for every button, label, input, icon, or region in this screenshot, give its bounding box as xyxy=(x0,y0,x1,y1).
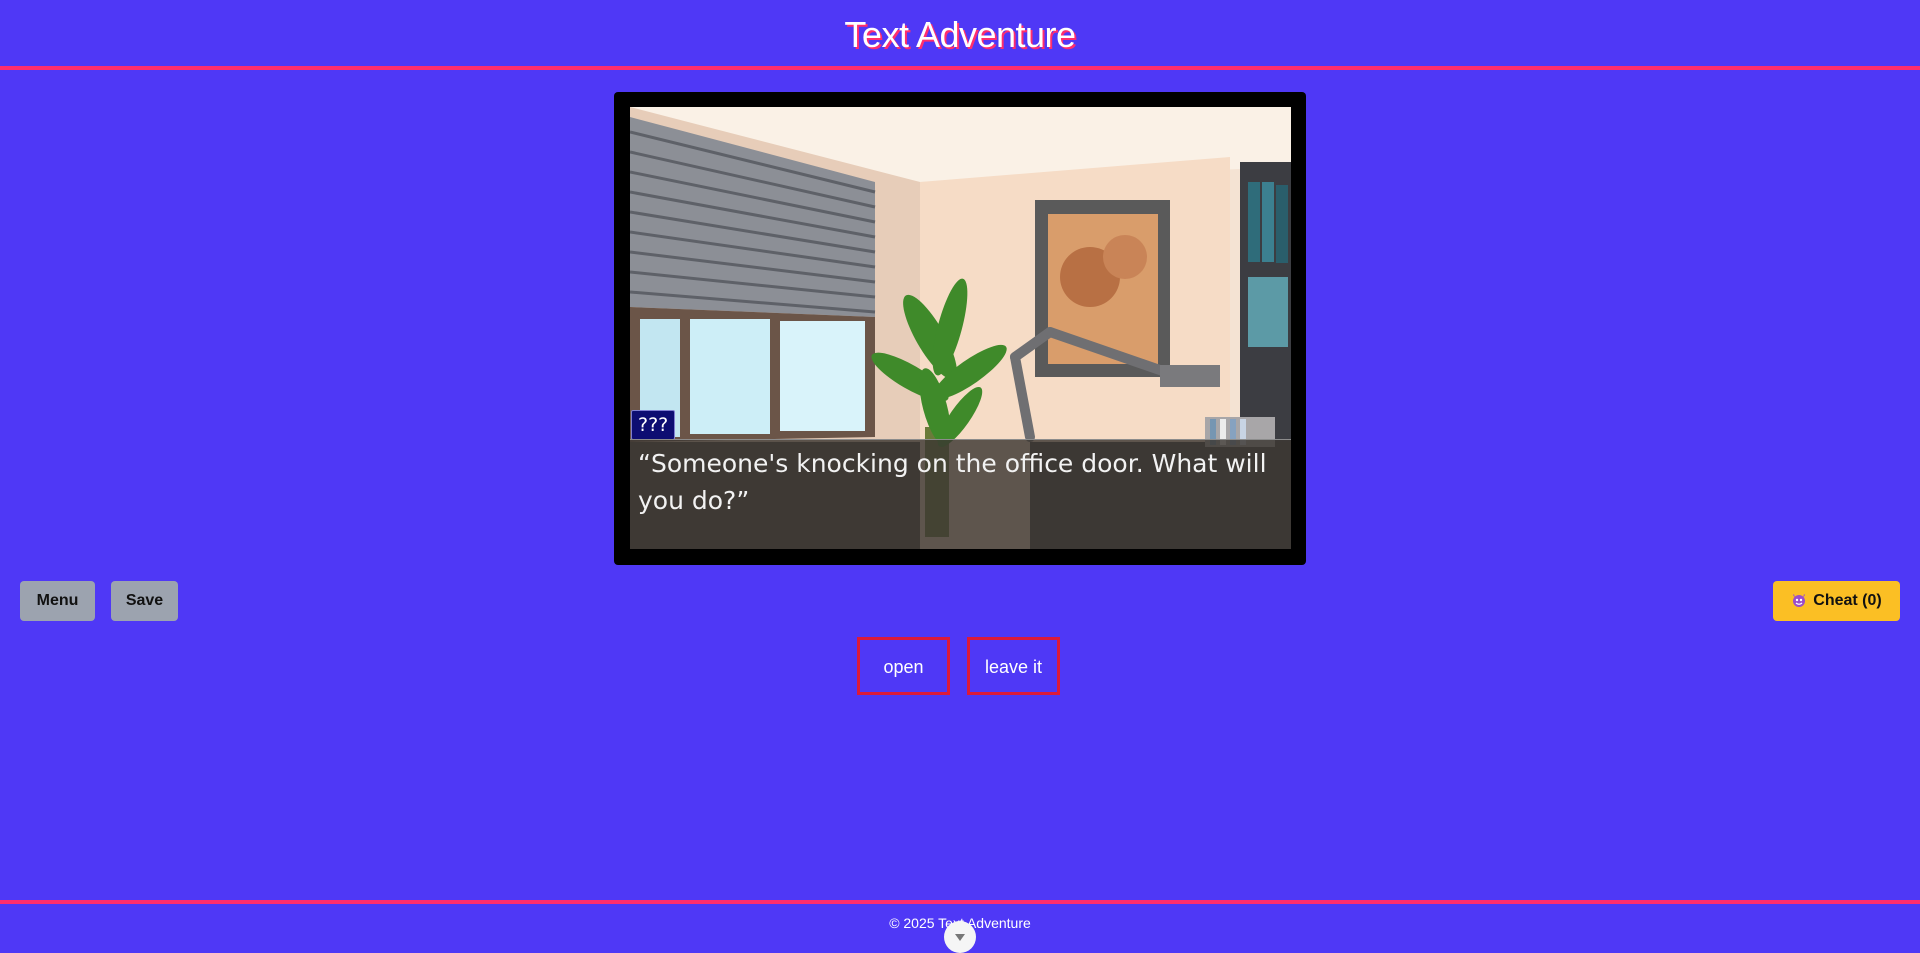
chevron-down-icon xyxy=(955,934,965,941)
save-button[interactable]: Save xyxy=(111,581,178,621)
dialogue-box[interactable]: “Someone's knocking on the office door. … xyxy=(630,439,1291,549)
scene-view[interactable]: ??? “Someone's knocking on the office do… xyxy=(630,107,1291,549)
site-title: Text Adventure xyxy=(844,14,1076,55)
cheat-label: Cheat (0) xyxy=(1813,592,1882,609)
footer-divider xyxy=(0,900,1920,904)
scroll-down-button[interactable] xyxy=(944,921,976,953)
cheat-button[interactable]: Cheat (0) xyxy=(1773,581,1900,621)
choice-leave-it-button[interactable]: leave it xyxy=(967,637,1060,695)
devil-face-icon xyxy=(1793,594,1806,607)
menu-button[interactable]: Menu xyxy=(20,581,95,621)
speaker-name-tag: ??? xyxy=(631,410,676,440)
choice-open-button[interactable]: open xyxy=(857,637,950,695)
site-header: Text Adventure xyxy=(0,0,1920,70)
dialogue-text: “Someone's knocking on the office door. … xyxy=(638,449,1267,515)
game-frame: ??? “Someone's knocking on the office do… xyxy=(614,92,1306,565)
